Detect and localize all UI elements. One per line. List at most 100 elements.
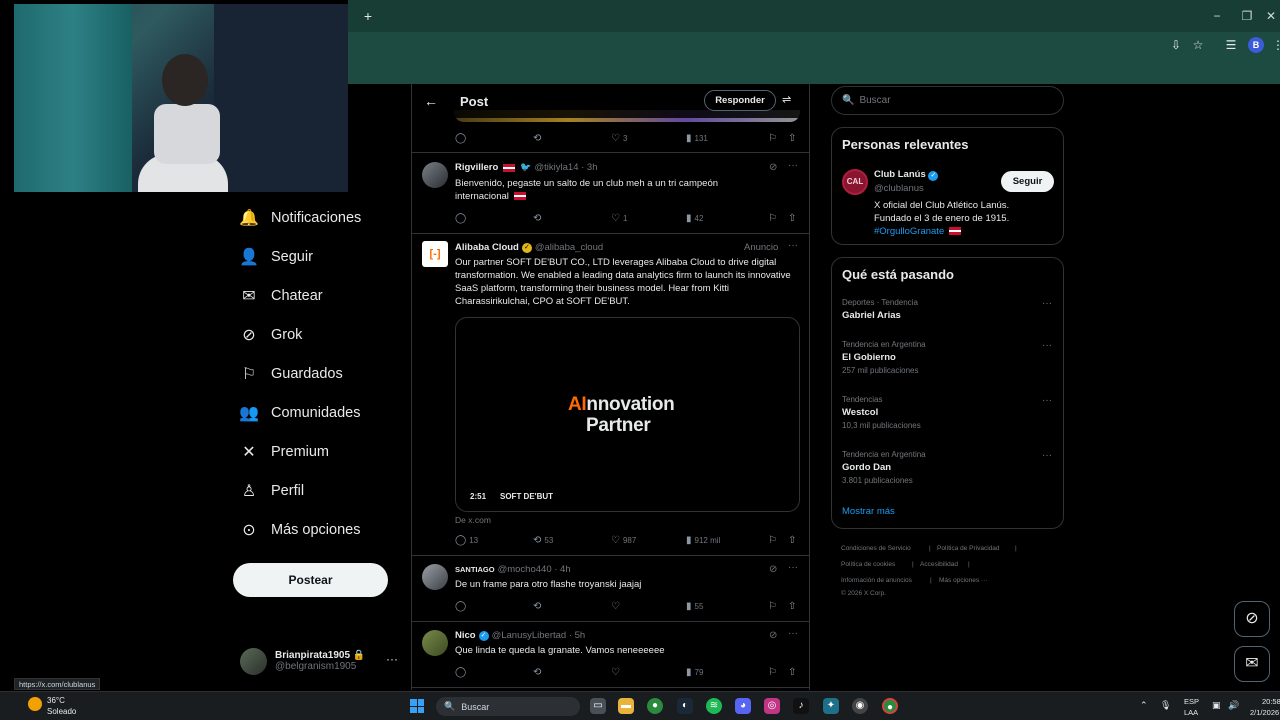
more-icon[interactable]: ··· (788, 240, 798, 251)
more-icon[interactable]: ··· (1042, 450, 1052, 461)
nav-seguir[interactable]: 👤 Seguir (236, 239, 313, 275)
nav-chatear[interactable]: ✉ Chatear (236, 278, 322, 314)
weather-sun-icon[interactable] (28, 697, 42, 711)
footer-accessibility-link[interactable]: Accesibilidad (920, 561, 958, 568)
nav-comunidades[interactable]: 👥 Comunidades (236, 395, 360, 431)
retweet-action[interactable]: ⟲ (533, 601, 611, 612)
grok-icon[interactable]: ⊘ (769, 630, 777, 641)
footer-cookies-link[interactable]: Política de cookies (841, 561, 895, 568)
trend-item[interactable]: Tendencia en Argentina El Gobierno 257 m… (842, 340, 1057, 375)
nav-perfil[interactable]: ♙ Perfil (236, 473, 304, 509)
chrome-icon[interactable]: ● (647, 698, 663, 714)
views-action[interactable]: ▮ 131 (686, 133, 768, 144)
reply-action[interactable]: ◯ (455, 133, 533, 144)
post-button[interactable]: Postear (233, 563, 388, 597)
reply-action[interactable]: ◯ (455, 667, 533, 678)
grok-floating-button[interactable]: ⊘ (1234, 601, 1270, 637)
follow-button[interactable]: Seguir (1001, 171, 1054, 192)
retweet-action[interactable]: ⟲ (533, 133, 611, 144)
messages-floating-button[interactable]: ✉ (1234, 646, 1270, 682)
retweet-action[interactable]: ⟲ (533, 213, 611, 224)
show-more-link[interactable]: Mostrar más (842, 506, 895, 517)
footer-more-link[interactable]: Más opciones ··· (939, 577, 987, 584)
close-window-button[interactable]: ✕ (1262, 7, 1280, 25)
share-action[interactable]: ⇧ (788, 601, 799, 612)
avatar[interactable] (422, 162, 448, 188)
network-icon[interactable]: ▣ (1212, 700, 1221, 711)
tiktok-icon[interactable]: ♪ (793, 698, 809, 714)
views-action[interactable]: ▮ 912 mil (686, 535, 768, 546)
footer-privacy-link[interactable]: Política de Privacidad (937, 545, 1000, 552)
footer-terms-link[interactable]: Condiciones de Servicio (841, 545, 911, 552)
like-action[interactable]: ♡ (611, 601, 686, 612)
search-box[interactable]: 🔍 (831, 86, 1064, 115)
avatar[interactable]: CAL (842, 169, 868, 195)
nav-grok[interactable]: ⊘ Grok (236, 317, 302, 353)
clock-time[interactable]: 20:58 (1262, 697, 1280, 706)
alibaba-logo-icon[interactable]: [-] (422, 241, 448, 267)
tweet-author[interactable]: Nico (455, 630, 476, 641)
browser-profile-avatar[interactable]: B (1248, 37, 1264, 53)
share-action[interactable]: ⇧ (788, 667, 799, 678)
more-icon[interactable]: ··· (788, 628, 798, 639)
more-icon[interactable]: ··· (1042, 298, 1052, 309)
like-action[interactable]: ♡ (611, 667, 686, 678)
trend-item[interactable]: Tendencias Westcol 10,3 mil publicacione… (842, 395, 1057, 430)
steam-icon[interactable]: ◐ (677, 698, 693, 714)
bookmark-star-icon[interactable]: ☆ (1190, 37, 1206, 53)
trend-item[interactable]: Deportes · Tendencia Gabriel Arias ··· (842, 298, 1057, 321)
profile-name[interactable]: Club Lanús ✓ (874, 169, 941, 181)
obs-icon[interactable]: ◉ (852, 698, 868, 714)
microphone-icon[interactable]: 🎙 (1160, 700, 1171, 711)
file-explorer-icon[interactable]: ▬ (618, 698, 634, 714)
account-more-icon[interactable]: ··· (386, 652, 398, 666)
back-arrow-icon[interactable]: ← (424, 93, 438, 109)
account-switcher[interactable]: Brianpirata1905 🔒 @belgranism1905 (240, 645, 400, 677)
nav-premium[interactable]: ✕ Premium (236, 434, 329, 470)
trend-item[interactable]: Tendencia en Argentina Gordo Dan 3.801 p… (842, 450, 1057, 485)
bookmark-action[interactable]: ⚐ (768, 667, 788, 678)
views-action[interactable]: ▮ 42 (686, 213, 768, 224)
new-tab-button[interactable]: + (360, 8, 376, 24)
nav-guardados[interactable]: ⚐ Guardados (236, 356, 343, 392)
like-action[interactable]: ♡ 987 (611, 535, 686, 546)
spotify-icon[interactable]: ≋ (706, 698, 722, 714)
taskbar-search[interactable]: 🔍 Buscar (436, 697, 580, 716)
reply-action[interactable]: ◯ (455, 601, 533, 612)
bookmark-action[interactable]: ⚐ (768, 601, 788, 612)
install-app-icon[interactable]: ⇩ (1168, 37, 1184, 53)
reading-list-icon[interactable]: ☰ (1223, 37, 1239, 53)
retweet-action[interactable]: ⟲ 53 (533, 535, 611, 546)
more-icon[interactable]: ··· (1042, 340, 1052, 351)
windows-start-icon[interactable] (410, 699, 424, 713)
more-icon[interactable]: ··· (1042, 395, 1052, 406)
grok-icon[interactable]: ⊘ (769, 162, 777, 173)
bookmark-action[interactable]: ⚐ (768, 213, 788, 224)
reply-action[interactable]: ◯ (455, 213, 533, 224)
weather-description[interactable]: Soleado (47, 707, 76, 716)
clock-date[interactable]: 2/1/2026 (1250, 708, 1279, 717)
bookmark-action[interactable]: ⚐ (768, 535, 788, 546)
maximize-button[interactable]: ❐ (1238, 7, 1256, 25)
instagram-icon[interactable]: ◎ (764, 698, 780, 714)
more-icon[interactable]: ··· (788, 562, 798, 573)
discord-icon[interactable]: ◕ (735, 698, 751, 714)
like-action[interactable]: ♡ 1 (611, 213, 686, 224)
tweet-author[interactable]: Rigvillero (455, 162, 498, 173)
more-icon[interactable]: ··· (788, 160, 798, 171)
views-action[interactable]: ▮ 55 (686, 601, 768, 612)
adjust-icon[interactable]: ⇌ (782, 93, 791, 106)
avatar[interactable] (422, 564, 448, 590)
nav-mas-opciones[interactable]: ⊙ Más opciones (236, 512, 360, 548)
like-action[interactable]: ♡ 3 (611, 133, 686, 144)
tweet-author[interactable]: Alibaba Cloud (455, 242, 519, 253)
volume-icon[interactable]: 🔊 (1228, 700, 1239, 711)
share-action[interactable]: ⇧ (788, 535, 799, 546)
tray-chevron-icon[interactable]: ⌃ (1140, 700, 1148, 711)
bookmark-action[interactable]: ⚐ (768, 133, 788, 144)
minimize-button[interactable]: − (1208, 7, 1226, 25)
share-action[interactable]: ⇧ (788, 133, 799, 144)
network-app-icon[interactable]: ✦ (823, 698, 839, 714)
hashtag-link[interactable]: #OrgulloGranate (874, 226, 944, 237)
reply-button[interactable]: Responder (704, 90, 776, 111)
